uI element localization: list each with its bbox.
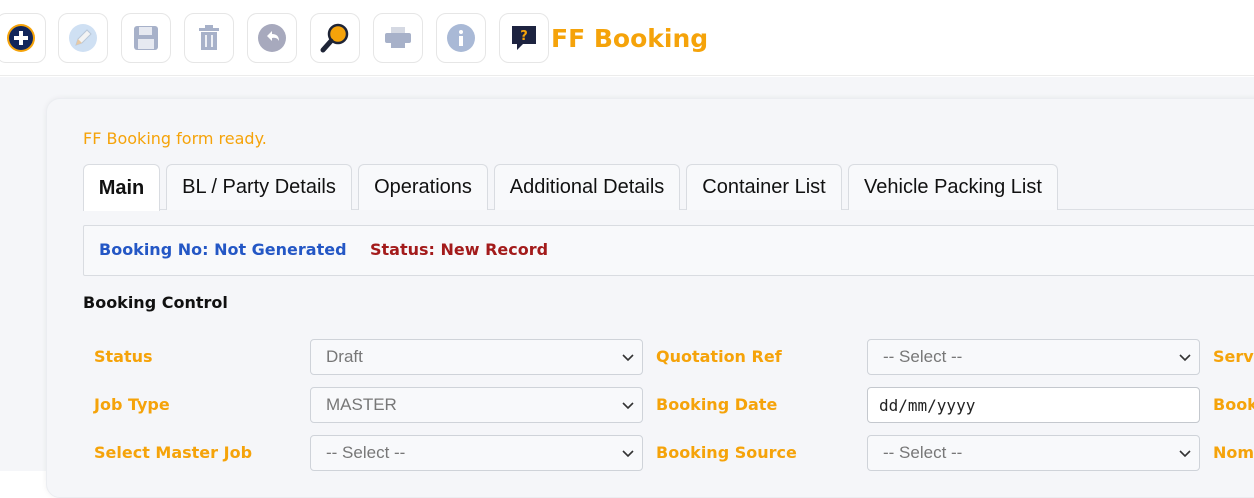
tab-container-list[interactable]: Container List	[686, 164, 842, 210]
section-title: Booking Control	[83, 293, 228, 312]
master-job-label: Select Master Job	[94, 443, 253, 462]
magnifier-icon	[320, 23, 349, 53]
chevron-down-icon	[622, 402, 634, 410]
undo-button[interactable]	[247, 13, 297, 63]
master-job-select-value: -- Select --	[326, 443, 406, 462]
save-button[interactable]	[121, 13, 171, 63]
pencil-icon	[69, 24, 97, 52]
edit-button[interactable]	[58, 13, 108, 63]
help-button[interactable]: ?	[499, 13, 549, 63]
booking-label-partial: Book	[1213, 395, 1254, 414]
quotation-ref-label: Quotation Ref	[656, 347, 782, 366]
delete-button[interactable]	[184, 13, 234, 63]
booking-date-placeholder: dd/mm/yyyy	[879, 395, 976, 415]
floppy-disk-icon	[134, 26, 158, 50]
tab-additional-details[interactable]: Additional Details	[494, 164, 680, 210]
status-message: FF Booking form ready.	[83, 129, 267, 148]
search-button[interactable]	[310, 13, 360, 63]
nomination-label-partial: Nom	[1213, 443, 1254, 462]
booking-source-select-value: -- Select --	[883, 443, 963, 462]
booking-date-label: Booking Date	[656, 395, 778, 414]
booking-source-label: Booking Source	[656, 443, 797, 462]
chevron-down-icon	[622, 450, 634, 458]
info-button[interactable]	[436, 13, 486, 63]
service-label-partial: Servi	[1213, 347, 1254, 366]
status-select[interactable]: Draft	[310, 339, 643, 375]
question-chat-icon: ?	[512, 26, 536, 50]
job-type-label: Job Type	[94, 395, 170, 414]
trash-icon	[199, 25, 219, 50]
tab-vehicle-packing-list[interactable]: Vehicle Packing List	[848, 164, 1058, 210]
app-title: FF Booking	[551, 24, 709, 53]
tab-bl-party-details[interactable]: BL / Party Details	[166, 164, 352, 210]
printer-icon	[385, 27, 411, 48]
undo-arrow-icon	[258, 24, 286, 52]
master-job-select[interactable]: -- Select --	[310, 435, 643, 471]
booking-number: Booking No: Not Generated	[99, 240, 347, 259]
chevron-down-icon	[1179, 354, 1191, 362]
booking-date-input[interactable]: dd/mm/yyyy	[867, 387, 1200, 423]
job-type-select-value: MASTER	[326, 395, 397, 414]
svg-text:?: ?	[520, 29, 528, 44]
quotation-ref-select-value: -- Select --	[883, 347, 963, 366]
info-icon	[447, 24, 475, 52]
record-status: Status: New Record	[370, 240, 549, 259]
print-button[interactable]	[373, 13, 423, 63]
chevron-down-icon	[1179, 450, 1191, 458]
chevron-down-icon	[622, 354, 634, 362]
plus-circle-icon	[7, 24, 35, 52]
job-type-select[interactable]: MASTER	[310, 387, 643, 423]
tab-operations[interactable]: Operations	[358, 164, 488, 210]
add-button[interactable]	[0, 13, 46, 63]
quotation-ref-select[interactable]: -- Select --	[867, 339, 1200, 375]
status-label: Status	[94, 347, 153, 366]
booking-source-select[interactable]: -- Select --	[867, 435, 1200, 471]
status-select-value: Draft	[326, 347, 363, 366]
tab-main[interactable]: Main	[83, 164, 160, 211]
